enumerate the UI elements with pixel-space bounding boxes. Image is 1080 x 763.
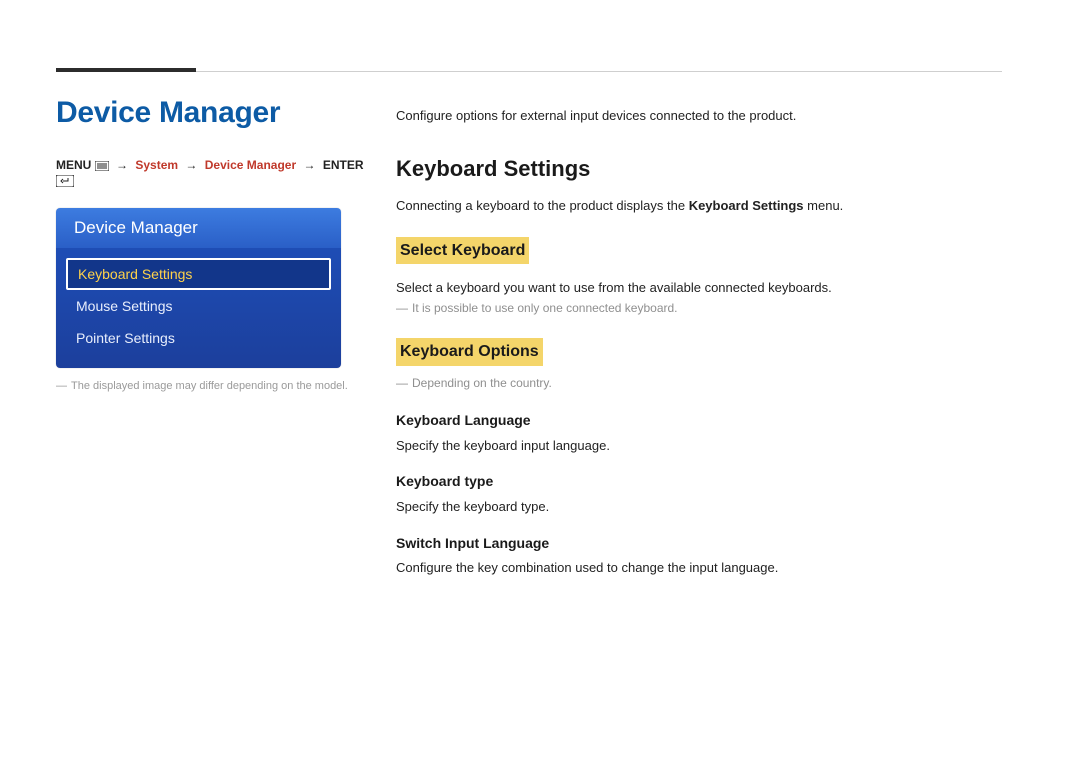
option-title: Switch Input Language xyxy=(396,532,1002,554)
menu-icon xyxy=(95,160,109,174)
panel-item-pointer-settings[interactable]: Pointer Settings xyxy=(66,322,331,354)
model-disclaimer: The displayed image may differ depending… xyxy=(56,380,366,392)
page-title: Device Manager xyxy=(56,96,366,130)
section-tab-marker xyxy=(56,68,196,72)
section-desc-prefix: Connecting a keyboard to the product dis… xyxy=(396,198,689,213)
select-keyboard-desc: Select a keyboard you want to use from t… xyxy=(396,278,1002,299)
panel-item-mouse-settings[interactable]: Mouse Settings xyxy=(66,290,331,322)
select-keyboard-heading: Select Keyboard xyxy=(396,237,529,265)
section-desc-suffix: menu. xyxy=(804,198,844,213)
arrow-icon: → xyxy=(304,158,316,172)
keyboard-options-heading: Keyboard Options xyxy=(396,338,543,366)
option-title: Keyboard Language xyxy=(396,409,1002,431)
breadcrumb-enter: ENTER xyxy=(323,158,364,172)
section-desc-bold: Keyboard Settings xyxy=(689,198,804,213)
breadcrumb: MENU → System → Device Manager → ENTER xyxy=(56,158,366,190)
top-divider xyxy=(56,71,1002,72)
keyboard-options-note: Depending on the country. xyxy=(396,374,1002,393)
option-title: Keyboard type xyxy=(396,470,1002,492)
option-desc: Configure the key combination used to ch… xyxy=(396,558,1002,579)
enter-icon xyxy=(56,175,74,190)
select-keyboard-note: It is possible to use only one connected… xyxy=(396,299,1002,318)
section-desc: Connecting a keyboard to the product dis… xyxy=(396,196,1002,217)
intro-text: Configure options for external input dev… xyxy=(396,106,1002,127)
menu-panel: Device Manager Keyboard Settings Mouse S… xyxy=(56,208,341,368)
option-desc: Specify the keyboard type. xyxy=(396,497,1002,518)
arrow-icon: → xyxy=(116,158,128,172)
panel-item-keyboard-settings[interactable]: Keyboard Settings xyxy=(66,258,331,290)
breadcrumb-menu: MENU xyxy=(56,158,91,172)
breadcrumb-system: System xyxy=(135,158,178,172)
option-desc: Specify the keyboard input language. xyxy=(396,436,1002,457)
panel-header: Device Manager xyxy=(56,208,341,248)
arrow-icon: → xyxy=(185,158,197,172)
breadcrumb-device-manager: Device Manager xyxy=(205,158,296,172)
section-title: Keyboard Settings xyxy=(396,151,1002,186)
